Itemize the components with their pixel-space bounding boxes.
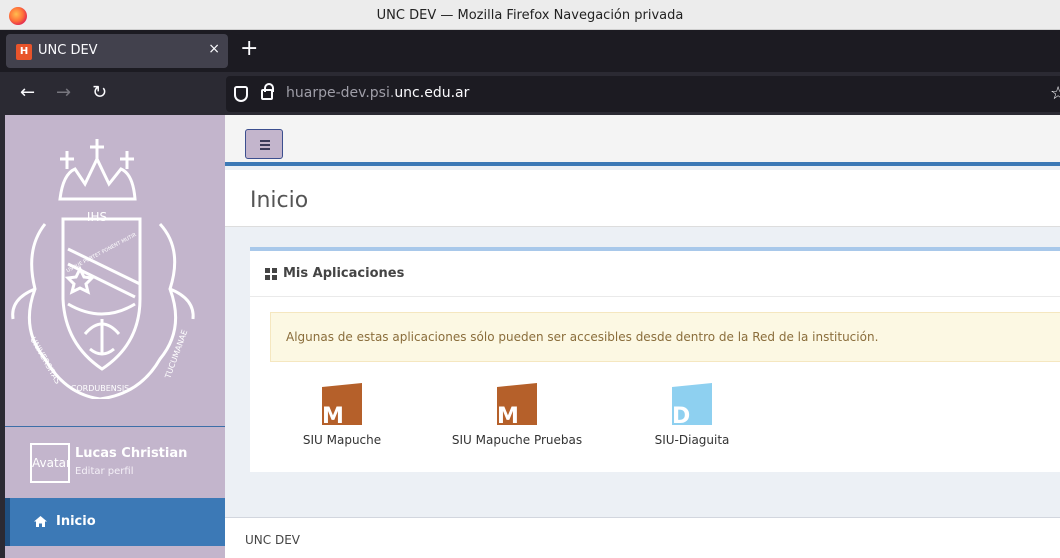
alert-text: Algunas de estas aplicaciones sólo puede…: [286, 330, 879, 344]
siu-mapuche-icon: M: [322, 383, 362, 429]
reload-button[interactable]: ↻: [92, 82, 107, 103]
app-label: SIU Mapuche: [302, 433, 382, 447]
siu-diaguita-icon: D: [672, 383, 712, 429]
forward-button[interactable]: →: [56, 82, 71, 103]
crest-ihs-text: IHS: [87, 210, 107, 224]
content-header: Inicio: [225, 170, 1060, 227]
window-titlebar: UNC DEV — Mozilla Firefox Navegación pri…: [0, 0, 1060, 30]
svg-text:M: M: [497, 404, 519, 425]
siu-mapuche-pruebas-icon: M: [497, 383, 537, 429]
crest-universitas-text: UNIVERSITAS: [28, 336, 62, 386]
sidebar-toggle-button[interactable]: [245, 129, 283, 159]
top-header: [225, 115, 1060, 166]
app-siu-mapuche[interactable]: M SIU Mapuche: [302, 383, 382, 447]
back-button[interactable]: ←: [20, 82, 35, 103]
new-tab-button[interactable]: +: [240, 38, 258, 60]
url-prefix: huarpe-dev.psi.: [286, 85, 395, 101]
crest-tucumanae-text: TUCUMANAE: [163, 329, 189, 381]
network-warning-alert: Algunas de estas aplicaciones sólo puede…: [270, 312, 1060, 362]
url-bar[interactable]: huarpe-dev.psi.unc.edu.ar ☆: [226, 76, 1060, 112]
url-text[interactable]: huarpe-dev.psi.unc.edu.ar: [286, 85, 469, 101]
sidebar-item-inicio[interactable]: Inicio: [5, 498, 225, 546]
home-icon: [34, 516, 47, 527]
tracking-protection-shield-icon[interactable]: [234, 86, 248, 102]
url-domain: unc.edu.ar: [394, 85, 470, 101]
edit-profile-link[interactable]: Editar perfil: [75, 466, 133, 477]
browser-tab[interactable]: H UNC DEV ×: [6, 34, 228, 68]
svg-text:M: M: [322, 404, 344, 425]
page-footer: UNC DEV: [225, 517, 1060, 558]
nav-toolbar: ← → ↻ huarpe-dev.psi.unc.edu.ar ☆: [0, 72, 1060, 115]
footer-text: UNC DEV: [245, 533, 300, 547]
app-label: SIU-Diaguita: [654, 433, 730, 447]
web-page: IHS USQUE PORTET PONENT MUTIR UNIVERSITA…: [5, 115, 1060, 558]
site-favicon-icon: H: [16, 44, 32, 60]
unc-crest-logo: IHS USQUE PORTET PONENT MUTIR UNIVERSITA…: [11, 139, 195, 399]
app-siu-mapuche-pruebas[interactable]: M SIU Mapuche Pruebas: [450, 383, 584, 447]
apps-box-title: Mis Aplicaciones: [283, 266, 405, 281]
avatar[interactable]: Avatar: [30, 443, 70, 483]
app-siu-diaguita[interactable]: D SIU-Diaguita: [650, 383, 734, 447]
tab-label: UNC DEV: [38, 43, 98, 58]
lock-icon[interactable]: [261, 83, 274, 100]
app-label: SIU Mapuche Pruebas: [451, 433, 583, 447]
svg-text:D: D: [672, 404, 690, 425]
tab-strip: H UNC DEV × +: [0, 30, 1060, 72]
user-name: Lucas Christian: [75, 446, 188, 461]
bookmark-star-icon[interactable]: ☆: [1050, 83, 1060, 104]
crest-cordubensis-text: CORDUBENSIS: [71, 384, 130, 393]
grid-icon: [265, 268, 277, 280]
sidebar: IHS USQUE PORTET PONENT MUTIR UNIVERSITA…: [5, 115, 225, 558]
sidebar-item-label: Inicio: [56, 514, 96, 529]
close-tab-icon[interactable]: ×: [208, 41, 220, 57]
user-panel: Avatar Lucas Christian Editar perfil: [5, 427, 225, 497]
apps-box-header: Mis Aplicaciones: [250, 251, 1060, 297]
window-title: UNC DEV — Mozilla Firefox Navegación pri…: [376, 8, 684, 23]
page-title: Inicio: [250, 188, 309, 213]
apps-box: Mis Aplicaciones Algunas de estas aplica…: [250, 247, 1060, 472]
